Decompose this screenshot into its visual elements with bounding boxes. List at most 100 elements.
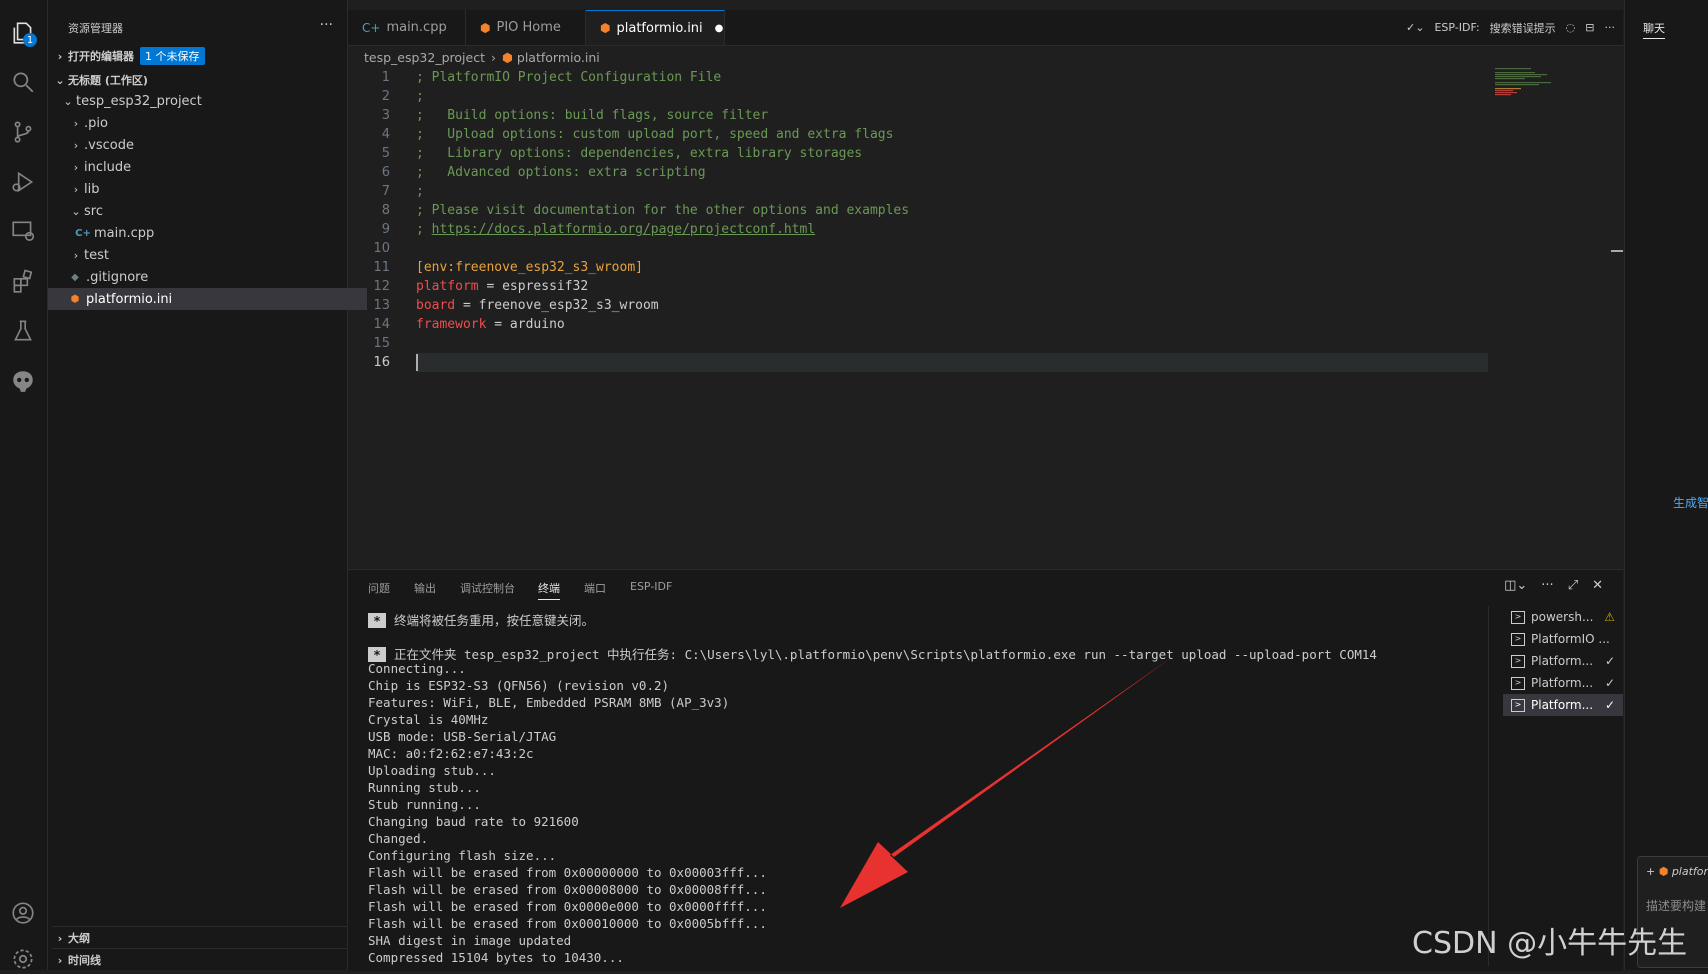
more-actions-icon[interactable]: ··· <box>320 17 333 33</box>
tree-folder-include[interactable]: › include <box>48 156 367 178</box>
tab-label: main.cpp <box>386 20 447 35</box>
editor-actions: ✓⌄ ESP-IDF: 搜索错误提示 ◌ ⊟ ··· <box>1406 10 1615 45</box>
line-number: 10 <box>373 241 390 256</box>
code-line: 10 <box>348 239 1498 258</box>
tab-pio-home[interactable]: ⬢ PIO Home <box>466 10 586 45</box>
tree-folder-vscode[interactable]: › .vscode <box>48 134 367 156</box>
line-number: 8 <box>381 203 390 218</box>
breadcrumb-file[interactable]: platformio.ini <box>517 50 600 65</box>
platformio-file-icon: ⬢ <box>1658 865 1669 878</box>
chat-input-placeholder: 描述要构建 <box>1646 899 1707 913</box>
chevron-down-icon: ⌄ <box>63 94 73 108</box>
terminal-item[interactable]: > Platform... ✓ <box>1503 650 1623 672</box>
tree-label: test <box>84 247 109 263</box>
line-number: 7 <box>381 184 390 199</box>
warning-icon: ⚠ <box>1604 610 1615 624</box>
code-line: 12 platform = espressif32 <box>348 277 1498 296</box>
platformio-icon[interactable] <box>8 366 38 396</box>
more-actions-icon[interactable]: ··· <box>1605 21 1616 34</box>
tree-label: .pio <box>84 115 108 131</box>
tab-main-cpp[interactable]: C+ main.cpp <box>348 10 466 45</box>
bulb-icon[interactable]: ◌ <box>1566 21 1576 34</box>
code-text: ; <box>416 184 424 199</box>
config-key: board <box>416 298 456 313</box>
terminal-icon: > <box>1511 632 1525 646</box>
editor-tabs: C+ main.cpp ⬢ PIO Home ⬢ platformio.ini … <box>348 10 1623 46</box>
code-line: 7; <box>348 182 1498 201</box>
tree-folder-src[interactable]: ⌄ src <box>48 200 367 222</box>
tree-file-gitignore[interactable]: ◆ .gitignore <box>48 266 367 288</box>
timeline-section[interactable]: › 时间线 <box>52 948 351 971</box>
chevron-right-icon: › <box>57 953 63 967</box>
tab-output[interactable]: 输出 <box>414 580 436 596</box>
unsaved-badge: 1 个未保存 <box>140 47 205 65</box>
config-value: = arduino <box>486 317 565 332</box>
explorer-icon[interactable]: 1 <box>8 18 38 48</box>
minimap[interactable] <box>1495 68 1565 98</box>
account-icon[interactable] <box>8 898 38 928</box>
code-editor[interactable]: 1 ; PlatformIO Project Configuration File… <box>348 68 1623 568</box>
terminal-item[interactable]: > Platform... ✓ <box>1503 694 1623 716</box>
close-icon[interactable]: ✕ <box>1592 578 1603 593</box>
terminal-item[interactable]: > Platform... ✓ <box>1503 672 1623 694</box>
check-icon[interactable]: ✓⌄ <box>1406 21 1424 34</box>
source-control-icon[interactable] <box>8 117 38 147</box>
platformio-file-icon: ⬢ <box>480 20 491 35</box>
more-actions-icon[interactable]: ··· <box>1541 578 1553 593</box>
platformio-file-icon: ⬢ <box>501 49 513 65</box>
line-number: 12 <box>373 279 390 294</box>
terminal-icon: > <box>1511 654 1525 668</box>
tab-debug-console[interactable]: 调试控制台 <box>460 580 515 596</box>
file-chip[interactable]: + ⬢ platfor <box>1646 865 1708 878</box>
text-cursor <box>416 354 418 371</box>
panel-actions: ◫⌄ ··· ⤢ ✕ <box>1504 578 1603 593</box>
run-debug-icon[interactable] <box>8 167 38 197</box>
tab-platformio-ini[interactable]: ⬢ platformio.ini ● <box>586 10 725 45</box>
unsaved-dot-icon[interactable]: ● <box>715 23 724 34</box>
tab-esp-idf[interactable]: ESP-IDF <box>630 580 672 593</box>
remote-explorer-icon[interactable] <box>8 216 38 246</box>
chat-tab[interactable]: 聊天 <box>1643 20 1665 39</box>
code-line: 1 ; PlatformIO Project Configuration File <box>348 68 1498 87</box>
tree-file-main-cpp[interactable]: C+ main.cpp <box>48 222 375 244</box>
split-editor-icon[interactable]: ⊟ <box>1585 21 1594 34</box>
tree-label: .vscode <box>84 137 134 153</box>
search-icon[interactable] <box>8 67 38 97</box>
esp-idf-label[interactable]: ESP-IDF: <box>1434 21 1479 34</box>
terminal-item-label: Platform... <box>1531 676 1594 690</box>
code-line: 8 ; Please visit documentation for the ot… <box>348 201 1498 220</box>
split-terminal-icon[interactable]: ◫⌄ <box>1504 578 1527 593</box>
config-value: = espressif32 <box>478 279 589 294</box>
cpp-file-icon: C+ <box>75 227 91 239</box>
tab-problems[interactable]: 问题 <box>368 580 390 596</box>
maximize-panel-icon[interactable]: ⤢ <box>1568 578 1578 593</box>
code-line: 16 <box>348 353 1498 372</box>
platformio-file-icon: ⬢ <box>600 21 611 35</box>
line-number: 11 <box>373 260 390 275</box>
line-number: 5 <box>381 146 390 161</box>
check-icon: ✓ <box>1604 654 1615 668</box>
tab-ports[interactable]: 端口 <box>584 580 606 596</box>
terminal-item[interactable]: > PlatformIO ... <box>1503 628 1623 650</box>
workspace-section[interactable]: ⌄ 无标题 (工作区) <box>52 69 351 91</box>
tree-folder-pio[interactable]: › .pio <box>48 112 367 134</box>
testing-icon[interactable] <box>8 316 38 346</box>
tree-label: main.cpp <box>94 225 155 241</box>
tree-folder-project[interactable]: ⌄ tesp_esp32_project <box>48 90 359 112</box>
tree-folder-test[interactable]: › test <box>48 244 367 266</box>
terminal-item[interactable]: > powersh... ⚠ <box>1503 606 1623 628</box>
code-text: ; Please visit documentation for the oth… <box>416 203 910 218</box>
error-hint-button[interactable]: 搜索错误提示 <box>1490 20 1556 36</box>
tab-terminal[interactable]: 终端 <box>538 580 560 600</box>
tree-folder-lib[interactable]: › lib <box>48 178 367 200</box>
line-number: 14 <box>373 317 390 332</box>
code-text: ; Build options: build flags, source fil… <box>416 108 769 123</box>
breadcrumb-folder[interactable]: tesp_esp32_project <box>364 50 485 65</box>
open-editors-section[interactable]: › 打开的编辑器 1 个未保存 <box>52 45 351 67</box>
tree-file-platformio-ini[interactable]: ⬢ platformio.ini <box>48 288 367 310</box>
docs-link[interactable]: https://docs.platformio.org/page/project… <box>432 222 816 237</box>
outline-section[interactable]: › 大纲 <box>52 926 351 949</box>
extensions-icon[interactable] <box>8 266 38 296</box>
tree-label: lib <box>84 181 100 197</box>
generate-link[interactable]: 生成智 <box>1673 494 1708 511</box>
